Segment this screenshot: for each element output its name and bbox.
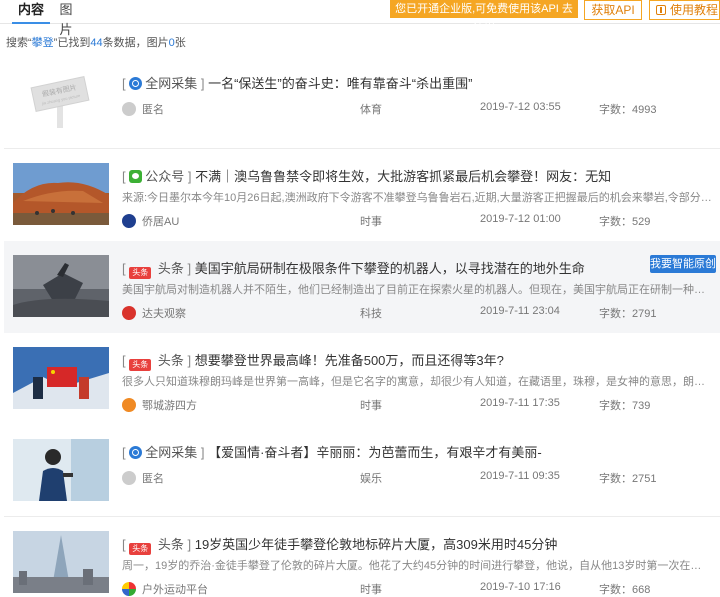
result-title[interactable]: [ 头条 头条 ] 19岁英国少年徒手攀登伦敦地标碎片大厦，高309米用时45分… [122, 534, 662, 555]
placeholder-thumbnail: 假装有图片 jia zhuang you picture [13, 70, 109, 132]
result-item[interactable]: [ 全网采集 ] 【爱国情·奋斗者】辛丽丽：为芭蕾而生，有艰辛才有美丽- 匿名 … [4, 425, 720, 517]
result-thumbnail [13, 255, 109, 317]
result-thumbnail [13, 163, 109, 225]
author-name: 侨居AU [142, 216, 180, 228]
result-category: 娱乐 [360, 473, 382, 485]
summary-count: 44 [90, 37, 103, 49]
result-item[interactable]: [ 头条 头条 ] 想要攀登世界最高峰！先准备500万，而且还得等3年? 很多人… [4, 333, 720, 425]
result-thumbnail [13, 531, 109, 593]
avatar [122, 102, 136, 116]
result-category: 科技 [360, 308, 382, 320]
result-word-count: 字数：4993 [599, 104, 657, 116]
enterprise-promo-banner[interactable]: 您已开通企业版,可免费使用该API 去使用 [390, 0, 578, 33]
result-category: 体育 [360, 104, 382, 116]
result-description: 很多人只知道珠穆朗玛峰是世界第一高峰，但是它名字的寓意，却很少有人知道，在藏语里… [122, 376, 712, 388]
author-name: 匿名 [142, 473, 164, 485]
result-title[interactable]: [ 头条 头条 ] 美国宇航局研制在极限条件下攀登的机器人，以寻找潜在的地外生命 [122, 258, 662, 279]
result-word-count: 字数：2791 [599, 308, 657, 320]
result-author: 鄂城游四方 [122, 397, 197, 413]
author-name: 户外运动平台 [142, 584, 208, 596]
result-date: 2019-7-11 09:35 [480, 470, 560, 482]
result-source: 头条 [157, 261, 184, 276]
wechat-icon [129, 170, 143, 183]
result-source: 头条 [157, 353, 184, 368]
result-item[interactable]: 假装有图片 jia zhuang you picture [ 全网采集 ] 一名… [4, 56, 720, 148]
result-description: 周一，19岁的乔治·金徒手攀登了伦敦的碎片大厦。他花了大约45分钟的时间进行攀登… [122, 560, 712, 572]
globe-icon [129, 77, 143, 90]
result-item[interactable]: [ 头条 头条 ] 美国宇航局研制在极限条件下攀登的机器人，以寻找潜在的地外生命… [4, 241, 720, 333]
result-description: 来源:今日墨尔本今年10月26日起,澳洲政府下令游客不准攀登乌鲁鲁岩石,近期,大… [122, 192, 712, 204]
tab-images[interactable]: 图片 [55, 0, 77, 37]
result-title[interactable]: [ 全网采集 ] 【爱国情·奋斗者】辛丽丽：为芭蕾而生，有艰辛才有美丽- [122, 442, 662, 461]
result-title-text: 19岁英国少年徒手攀登伦敦地标碎片大厦，高309米用时45分钟 [194, 537, 558, 552]
result-description: 美国宇航局对制造机器人并不陌生，他们已经制造出了目前正在探索火星的机器人。但现在… [122, 284, 712, 296]
result-source: 头条 [157, 537, 184, 552]
author-name: 达夫观察 [142, 308, 186, 320]
result-date: 2019-7-12 01:00 [480, 213, 561, 225]
result-source: 全网采集 [145, 76, 198, 91]
result-date: 2019-7-11 17:35 [480, 397, 560, 409]
avatar [122, 471, 136, 485]
toutiao-icon: 头条 [129, 267, 152, 279]
result-author: 达夫观察 [122, 305, 186, 321]
result-thumbnail [13, 439, 109, 501]
avatar [122, 214, 136, 228]
summary-mid: ”已找到 [53, 37, 91, 49]
book-icon [656, 5, 666, 15]
result-word-count: 字数：668 [599, 584, 651, 596]
result-date: 2019-7-10 17:16 [480, 581, 561, 593]
result-date: 2019-7-11 23:04 [480, 305, 560, 317]
smart-original-button[interactable]: 我要智能原创 [650, 255, 716, 273]
top-bar: 内容 图片 您已开通企业版,可免费使用该API 去使用 获取API 使用教程 [0, 0, 720, 37]
result-author: 匿名 [122, 101, 164, 117]
summary-keyword: 攀登 [31, 37, 54, 49]
globe-icon [129, 446, 143, 459]
tab-content[interactable]: 内容 [12, 0, 50, 24]
tutorial-label: 使用教程 [670, 3, 719, 17]
result-category: 时事 [360, 400, 382, 412]
result-item[interactable]: [ 头条 头条 ] 19岁英国少年徒手攀登伦敦地标碎片大厦，高309米用时45分… [4, 517, 720, 597]
result-author: 侨居AU [122, 213, 179, 229]
result-author: 匿名 [122, 470, 164, 486]
result-author: 户外运动平台 [122, 581, 208, 597]
result-word-count: 字数：529 [599, 216, 651, 228]
result-title[interactable]: [ 全网采集 ] 一名“保送生”的奋斗史：唯有靠奋斗“杀出重围” [122, 73, 662, 92]
tutorial-button[interactable]: 使用教程 [649, 0, 720, 20]
author-name: 匿名 [142, 104, 164, 116]
result-title[interactable]: [ 头条 头条 ] 想要攀登世界最高峰！先准备500万，而且还得等3年? [122, 350, 662, 371]
author-name: 鄂城游四方 [142, 400, 197, 412]
result-title-text: 一名“保送生”的奋斗史：唯有靠奋斗“杀出重围” [208, 76, 473, 91]
avatar [122, 398, 136, 412]
summary-mid2: 条数据，图片 [102, 37, 169, 49]
result-word-count: 字数：2751 [599, 473, 657, 485]
result-category: 时事 [360, 584, 382, 596]
result-source: 全网采集 [145, 445, 198, 460]
result-source: 公众号 [145, 169, 185, 184]
get-api-button[interactable]: 获取API [584, 0, 642, 20]
result-thumbnail [13, 347, 109, 409]
search-summary: 搜索“攀登”已找到44条数据，图片0张 [6, 34, 186, 50]
result-title-text: 【爱国情·奋斗者】辛丽丽：为芭蕾而生，有艰辛才有美丽- [208, 445, 542, 460]
result-title[interactable]: [ 公众号 ] 不满｜澳乌鲁鲁禁令即将生效，大批游客抓紧最后机会攀登！网友：无知 [122, 166, 662, 185]
toutiao-icon: 头条 [129, 543, 152, 555]
summary-suffix: 张 [174, 37, 186, 49]
result-category: 时事 [360, 216, 382, 228]
summary-prefix: 搜索“ [6, 37, 32, 49]
avatar [122, 582, 136, 596]
result-title-text: 美国宇航局研制在极限条件下攀登的机器人，以寻找潜在的地外生命 [194, 261, 585, 276]
result-title-text: 想要攀登世界最高峰！先准备500万，而且还得等3年? [194, 353, 504, 368]
toutiao-icon: 头条 [129, 359, 152, 371]
result-date: 2019-7-12 03:55 [480, 101, 561, 113]
result-word-count: 字数：739 [599, 400, 651, 412]
avatar [122, 306, 136, 320]
result-title-text: 不满｜澳乌鲁鲁禁令即将生效，大批游客抓紧最后机会攀登！网友：无知 [195, 169, 612, 184]
result-item[interactable]: [ 公众号 ] 不满｜澳乌鲁鲁禁令即将生效，大批游客抓紧最后机会攀登！网友：无知… [4, 149, 720, 241]
